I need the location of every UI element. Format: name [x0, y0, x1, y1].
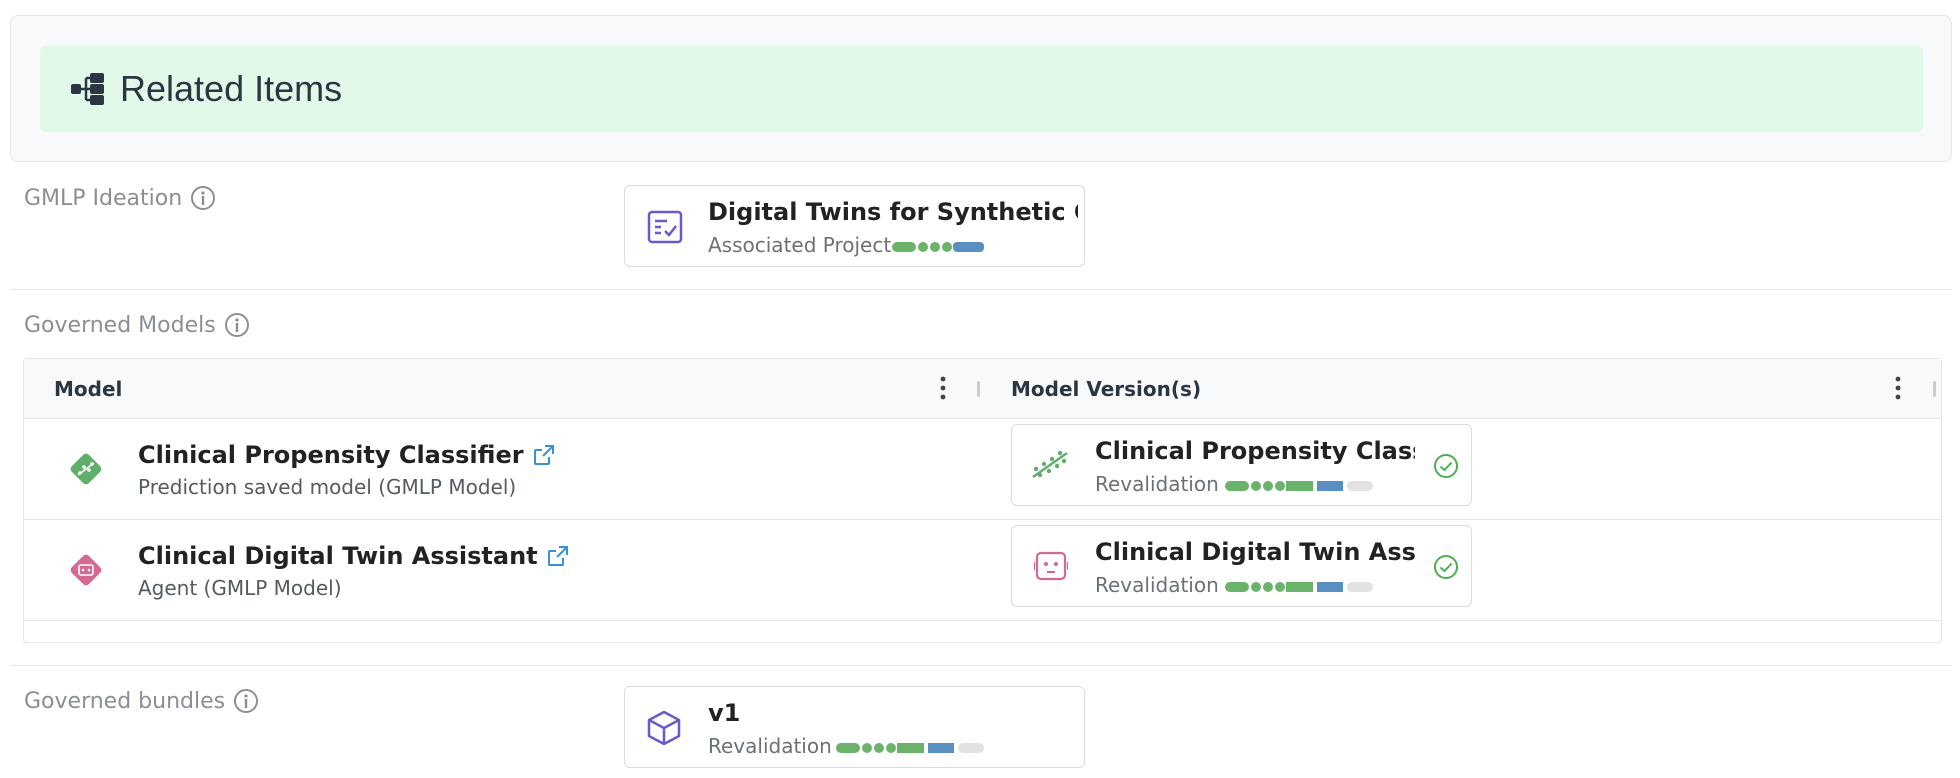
related-items-header: Related Items [10, 15, 1952, 162]
stage-progress-bar [836, 743, 984, 753]
model-name-text[interactable]: Clinical Digital Twin Assistant [138, 542, 538, 570]
checklist-icon [647, 210, 683, 244]
column-resize-handle[interactable] [1933, 381, 1936, 397]
section-label-governed-models: Governed Models [24, 312, 250, 338]
cube-icon [647, 710, 681, 746]
card-subtitle: Revalidation [708, 734, 832, 758]
table-row: Clinical Propensity Classifier Predictio… [24, 419, 1941, 520]
info-icon[interactable] [190, 185, 216, 211]
card-title: v1 [708, 699, 741, 727]
stage-progress-bar [1225, 582, 1373, 592]
check-circle-icon [1434, 555, 1458, 579]
column-header-model[interactable]: Model [54, 377, 122, 401]
model-version-card[interactable]: Clinical Digital Twin Assist... Revalida… [1011, 525, 1472, 607]
model-name-text[interactable]: Clinical Propensity Classifier [138, 441, 524, 469]
associated-project-card[interactable]: Digital Twins for Synthetic Con... Assoc… [624, 185, 1085, 267]
check-circle-icon [1434, 454, 1458, 478]
agent-model-icon [70, 554, 102, 586]
prediction-model-icon [70, 453, 102, 485]
table-header: Model Model Version(s) [24, 359, 1941, 419]
model-name[interactable]: Clinical Propensity Classifier [138, 441, 556, 469]
model-type: Agent (GMLP Model) [138, 576, 342, 600]
robot-face-icon [1034, 551, 1068, 581]
info-icon[interactable] [233, 688, 259, 714]
column-header-model-versions[interactable]: Model Version(s) [1011, 377, 1201, 401]
governed-models-table: Model Model Version(s) Clinical Propensi… [23, 358, 1942, 643]
section-label-text: Governed bundles [24, 688, 226, 714]
card-title: Digital Twins for Synthetic Con... [708, 198, 1078, 226]
info-icon[interactable] [224, 312, 250, 338]
model-version-card[interactable]: Clinical Propensity Classifi... Revalida… [1011, 424, 1472, 506]
card-title: Clinical Digital Twin Assist... [1095, 538, 1415, 566]
section-label-governed-bundles: Governed bundles [24, 688, 259, 714]
column-menu-icon[interactable] [1895, 375, 1901, 401]
card-subtitle: Associated Project [708, 233, 892, 257]
model-type: Prediction saved model (GMLP Model) [138, 475, 517, 499]
section-label-ideation: GMLP Ideation [24, 185, 216, 211]
hierarchy-icon [71, 73, 104, 105]
page-title: Related Items [120, 68, 343, 109]
stage-progress-bar [1225, 481, 1373, 491]
card-subtitle: Revalidation [1095, 573, 1219, 597]
card-title: Clinical Propensity Classifi... [1095, 437, 1415, 465]
external-link-icon[interactable] [532, 443, 556, 467]
section-divider [10, 289, 1952, 290]
table-row: Clinical Digital Twin Assistant Agent (G… [24, 520, 1941, 621]
header-banner: Related Items [40, 46, 1923, 132]
section-label-text: GMLP Ideation [24, 185, 183, 211]
model-name[interactable]: Clinical Digital Twin Assistant [138, 542, 570, 570]
stage-progress-bar [892, 242, 984, 252]
section-divider [10, 665, 1952, 666]
scatter-trend-icon [1032, 450, 1068, 479]
section-label-text: Governed Models [24, 312, 216, 338]
column-resize-handle[interactable] [977, 381, 980, 397]
governed-bundle-card[interactable]: v1 Revalidation [624, 686, 1085, 768]
card-subtitle: Revalidation [1095, 472, 1219, 496]
column-menu-icon[interactable] [940, 375, 946, 401]
external-link-icon[interactable] [546, 544, 570, 568]
